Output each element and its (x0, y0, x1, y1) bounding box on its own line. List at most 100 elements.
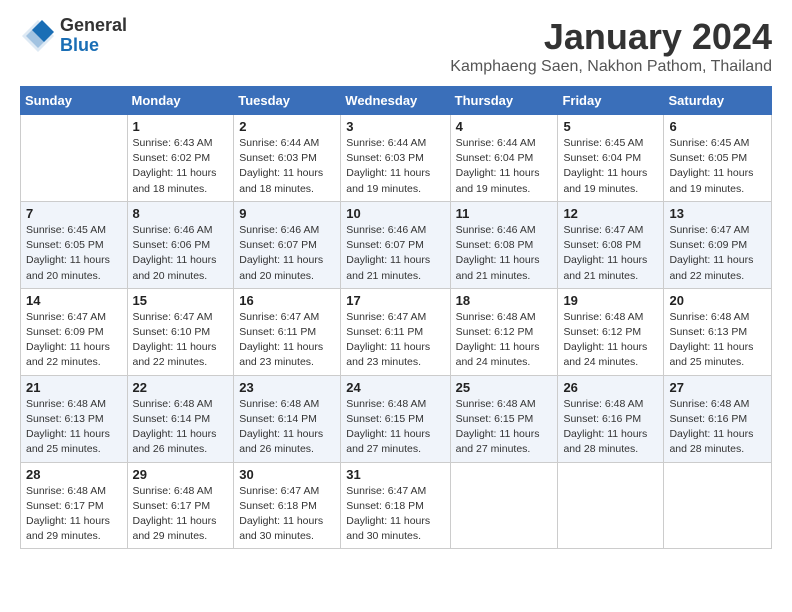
day-info: Sunrise: 6:48 AMSunset: 6:13 PMDaylight:… (26, 397, 122, 458)
header-wednesday: Wednesday (341, 87, 450, 115)
day-cell: 6 Sunrise: 6:45 AMSunset: 6:05 PMDaylight… (664, 115, 772, 202)
day-number: 5 (563, 119, 658, 134)
day-info: Sunrise: 6:48 AMSunset: 6:17 PMDaylight:… (26, 484, 122, 545)
day-cell: 18 Sunrise: 6:48 AMSunset: 6:12 PMDayligh… (450, 288, 558, 375)
day-cell: 3Sunrise: 6:44 AMSunset: 6:03 PMDaylight… (341, 115, 450, 202)
day-cell: 16 Sunrise: 6:47 AMSunset: 6:11 PMDayligh… (234, 288, 341, 375)
header-monday: Monday (127, 87, 234, 115)
header-saturday: Saturday (664, 87, 772, 115)
day-info: Sunrise: 6:47 AMSunset: 6:18 PMDaylight:… (346, 484, 444, 545)
day-info: Sunrise: 6:46 AMSunset: 6:07 PMDaylight:… (239, 223, 335, 284)
day-info: Sunrise: 6:48 AMSunset: 6:12 PMDaylight:… (563, 310, 658, 371)
day-info: Sunrise: 6:43 AMSunset: 6:02 PMDaylight:… (133, 136, 229, 197)
header-sunday: Sunday (21, 87, 128, 115)
day-cell: 21 Sunrise: 6:48 AMSunset: 6:13 PMDayligh… (21, 375, 128, 462)
day-number: 16 (239, 293, 335, 308)
page-header: General Blue January 2024 Kamphaeng Saen… (20, 16, 772, 76)
day-cell: 19Sunrise: 6:48 AMSunset: 6:12 PMDayligh… (558, 288, 664, 375)
day-number: 4 (456, 119, 553, 134)
day-cell: 23 Sunrise: 6:48 AMSunset: 6:14 PMDayligh… (234, 375, 341, 462)
day-number: 1 (133, 119, 229, 134)
day-number: 11 (456, 206, 553, 221)
day-cell (450, 462, 558, 549)
day-info: Sunrise: 6:46 AMSunset: 6:08 PMDaylight:… (456, 223, 553, 284)
day-info: Sunrise: 6:47 AMSunset: 6:18 PMDaylight:… (239, 484, 335, 545)
week-row-2: 7 Sunrise: 6:45 AMSunset: 6:05 PMDaylight… (21, 201, 772, 288)
header-friday: Friday (558, 87, 664, 115)
calendar-table: SundayMondayTuesdayWednesdayThursdayFrid… (20, 86, 772, 549)
day-number: 23 (239, 380, 335, 395)
day-number: 13 (669, 206, 766, 221)
logo-icon (20, 18, 56, 54)
day-info: Sunrise: 6:48 AMSunset: 6:12 PMDaylight:… (456, 310, 553, 371)
day-info: Sunrise: 6:48 AMSunset: 6:14 PMDaylight:… (133, 397, 229, 458)
day-info: Sunrise: 6:47 AMSunset: 6:09 PMDaylight:… (669, 223, 766, 284)
day-cell: 12 Sunrise: 6:47 AMSunset: 6:08 PMDayligh… (558, 201, 664, 288)
day-cell: 26Sunrise: 6:48 AMSunset: 6:16 PMDayligh… (558, 375, 664, 462)
day-number: 28 (26, 467, 122, 482)
day-number: 29 (133, 467, 229, 482)
day-number: 27 (669, 380, 766, 395)
week-row-5: 28 Sunrise: 6:48 AMSunset: 6:17 PMDayligh… (21, 462, 772, 549)
day-number: 22 (133, 380, 229, 395)
day-number: 25 (456, 380, 553, 395)
day-number: 30 (239, 467, 335, 482)
title-section: January 2024 Kamphaeng Saen, Nakhon Path… (450, 16, 772, 76)
header-thursday: Thursday (450, 87, 558, 115)
day-number: 21 (26, 380, 122, 395)
week-row-3: 14 Sunrise: 6:47 AMSunset: 6:09 PMDayligh… (21, 288, 772, 375)
week-row-4: 21 Sunrise: 6:48 AMSunset: 6:13 PMDayligh… (21, 375, 772, 462)
day-info: Sunrise: 6:48 AMSunset: 6:17 PMDaylight:… (133, 484, 229, 545)
day-cell: 31 Sunrise: 6:47 AMSunset: 6:18 PMDayligh… (341, 462, 450, 549)
day-cell: 13 Sunrise: 6:47 AMSunset: 6:09 PMDayligh… (664, 201, 772, 288)
day-number: 7 (26, 206, 122, 221)
day-cell: 28 Sunrise: 6:48 AMSunset: 6:17 PMDayligh… (21, 462, 128, 549)
day-cell: 14 Sunrise: 6:47 AMSunset: 6:09 PMDayligh… (21, 288, 128, 375)
day-info: Sunrise: 6:48 AMSunset: 6:14 PMDaylight:… (239, 397, 335, 458)
day-number: 31 (346, 467, 444, 482)
day-number: 2 (239, 119, 335, 134)
day-info: Sunrise: 6:48 AMSunset: 6:16 PMDaylight:… (563, 397, 658, 458)
day-number: 12 (563, 206, 658, 221)
day-number: 24 (346, 380, 444, 395)
logo-blue-text: Blue (60, 36, 127, 56)
day-cell: 27 Sunrise: 6:48 AMSunset: 6:16 PMDayligh… (664, 375, 772, 462)
location-title: Kamphaeng Saen, Nakhon Pathom, Thailand (450, 58, 772, 76)
day-info: Sunrise: 6:48 AMSunset: 6:15 PMDaylight:… (456, 397, 553, 458)
day-info: Sunrise: 6:45 AMSunset: 6:04 PMDaylight:… (563, 136, 658, 197)
day-number: 14 (26, 293, 122, 308)
day-cell: 4Sunrise: 6:44 AMSunset: 6:04 PMDaylight… (450, 115, 558, 202)
day-cell: 17Sunrise: 6:47 AMSunset: 6:11 PMDayligh… (341, 288, 450, 375)
day-number: 18 (456, 293, 553, 308)
day-info: Sunrise: 6:47 AMSunset: 6:08 PMDaylight:… (563, 223, 658, 284)
day-cell: 22 Sunrise: 6:48 AMSunset: 6:14 PMDayligh… (127, 375, 234, 462)
logo-general-text: General (60, 16, 127, 36)
week-row-1: 1 Sunrise: 6:43 AMSunset: 6:02 PMDaylight… (21, 115, 772, 202)
day-cell (558, 462, 664, 549)
day-cell (21, 115, 128, 202)
day-cell: 10Sunrise: 6:46 AMSunset: 6:07 PMDayligh… (341, 201, 450, 288)
day-info: Sunrise: 6:47 AMSunset: 6:11 PMDaylight:… (239, 310, 335, 371)
day-cell: 2Sunrise: 6:44 AMSunset: 6:03 PMDaylight… (234, 115, 341, 202)
day-info: Sunrise: 6:47 AMSunset: 6:10 PMDaylight:… (133, 310, 229, 371)
day-info: Sunrise: 6:46 AMSunset: 6:06 PMDaylight:… (133, 223, 229, 284)
calendar-header-row: SundayMondayTuesdayWednesdayThursdayFrid… (21, 87, 772, 115)
day-info: Sunrise: 6:48 AMSunset: 6:16 PMDaylight:… (669, 397, 766, 458)
day-cell (664, 462, 772, 549)
day-info: Sunrise: 6:45 AMSunset: 6:05 PMDaylight:… (26, 223, 122, 284)
day-cell: 1 Sunrise: 6:43 AMSunset: 6:02 PMDaylight… (127, 115, 234, 202)
day-info: Sunrise: 6:44 AMSunset: 6:03 PMDaylight:… (346, 136, 444, 197)
day-number: 20 (669, 293, 766, 308)
day-info: Sunrise: 6:45 AMSunset: 6:05 PMDaylight:… (669, 136, 766, 197)
day-info: Sunrise: 6:48 AMSunset: 6:15 PMDaylight:… (346, 397, 444, 458)
day-number: 9 (239, 206, 335, 221)
day-cell: 30 Sunrise: 6:47 AMSunset: 6:18 PMDayligh… (234, 462, 341, 549)
day-cell: 24 Sunrise: 6:48 AMSunset: 6:15 PMDayligh… (341, 375, 450, 462)
day-info: Sunrise: 6:46 AMSunset: 6:07 PMDaylight:… (346, 223, 444, 284)
day-info: Sunrise: 6:47 AMSunset: 6:09 PMDaylight:… (26, 310, 122, 371)
day-cell: 20Sunrise: 6:48 AMSunset: 6:13 PMDayligh… (664, 288, 772, 375)
day-cell: 25 Sunrise: 6:48 AMSunset: 6:15 PMDayligh… (450, 375, 558, 462)
day-number: 6 (669, 119, 766, 134)
day-cell: 29 Sunrise: 6:48 AMSunset: 6:17 PMDayligh… (127, 462, 234, 549)
day-cell: 8Sunrise: 6:46 AMSunset: 6:06 PMDaylight… (127, 201, 234, 288)
